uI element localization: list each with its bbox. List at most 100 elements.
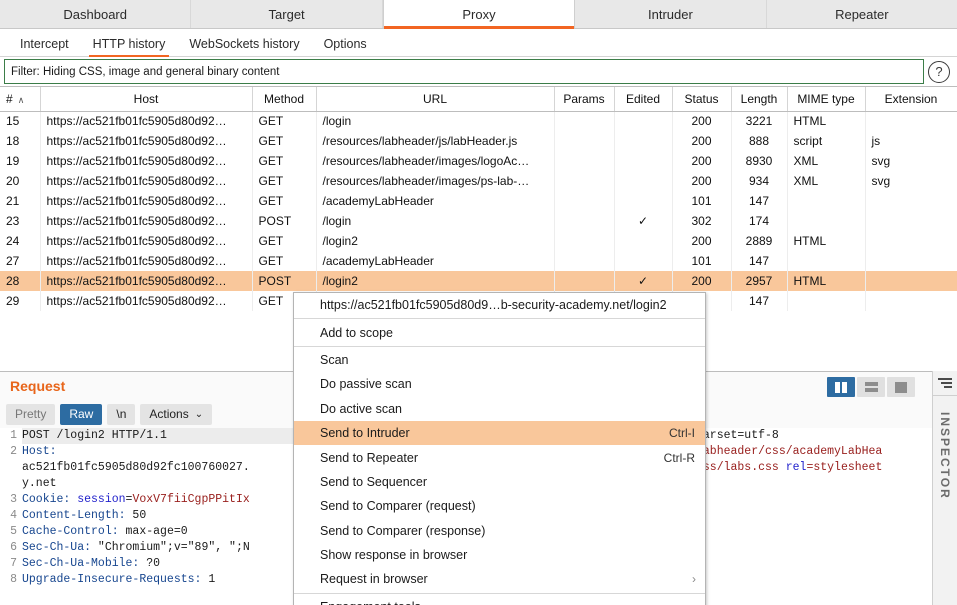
menu-item-label: Send to Sequencer bbox=[320, 474, 428, 489]
cell-url: /login bbox=[316, 211, 555, 231]
cell-method: GET bbox=[252, 151, 317, 171]
sub-tab-http-history[interactable]: HTTP history bbox=[81, 37, 178, 57]
request-pretty-button[interactable]: Pretty bbox=[6, 403, 56, 425]
token: 50 bbox=[132, 509, 147, 522]
cell-status: 200 bbox=[672, 131, 732, 151]
cell-edited bbox=[614, 191, 673, 211]
column-header-method[interactable]: Method bbox=[252, 87, 317, 112]
column-header-url[interactable]: URL bbox=[316, 87, 555, 112]
response-editor[interactable]: harset=utf-8 labheader/css/academyLabHea c… bbox=[696, 428, 932, 605]
menu-item-send-to-repeater[interactable]: Send to Repeater Ctrl-R bbox=[294, 445, 705, 469]
context-menu[interactable]: https://ac521fb01fc5905d80d9…b-security-… bbox=[293, 292, 706, 605]
cell-method: GET bbox=[252, 231, 317, 251]
table-body: 15 https://ac521fb01fc5905d80d92… GET/logi… bbox=[0, 111, 957, 311]
column-header-extension[interactable]: Extension bbox=[865, 87, 957, 112]
cell-url: /resources/labheader/js/labHeader.js bbox=[316, 131, 555, 151]
column-header-mime[interactable]: MIME type bbox=[787, 87, 866, 112]
sub-tab-websockets-history[interactable]: WebSockets history bbox=[177, 37, 311, 56]
main-tab-intruder[interactable]: Intruder bbox=[575, 0, 767, 28]
main-tab-dashboard[interactable]: Dashboard bbox=[0, 0, 192, 28]
single-pane-icon bbox=[895, 381, 907, 393]
cell-host: https://ac521fb01fc5905d80d92… bbox=[40, 271, 253, 291]
table-row[interactable]: 24 https://ac521fb01fc5905d80d92… GET/logi… bbox=[0, 231, 957, 251]
cell-extension bbox=[865, 231, 957, 251]
cell-method: GET bbox=[252, 171, 317, 191]
menu-item-label: Send to Repeater bbox=[320, 450, 418, 465]
cell-num: 23 bbox=[0, 211, 41, 231]
menu-separator bbox=[294, 345, 705, 347]
table-row[interactable]: 15 https://ac521fb01fc5905d80d92… GET/logi… bbox=[0, 111, 957, 131]
token: ?0 bbox=[146, 557, 161, 570]
menu-item-engagement-tools[interactable]: Engagement tools › bbox=[294, 595, 705, 605]
token: y.net bbox=[22, 477, 57, 490]
cell-length: 2957 bbox=[731, 271, 788, 291]
main-tab-target[interactable]: Target bbox=[191, 0, 383, 28]
layout-toggle-group bbox=[827, 377, 915, 397]
burp-suite-window: Dashboard Target Proxy Intruder Repeater Int… bbox=[0, 0, 957, 605]
cell-length: 147 bbox=[731, 291, 788, 311]
cell-params bbox=[554, 251, 615, 271]
cell-url: /academyLabHeader bbox=[316, 251, 555, 271]
table-row[interactable]: 18 https://ac521fb01fc5905d80d92… GET/reso… bbox=[0, 131, 957, 151]
question-mark-icon[interactable]: ? bbox=[928, 60, 950, 83]
table-row[interactable]: 23 https://ac521fb01fc5905d80d92… POST/log… bbox=[0, 211, 957, 231]
cell-host: https://ac521fb01fc5905d80d92… bbox=[40, 151, 253, 171]
menu-item-show-response-in-browser[interactable]: Show response in browser bbox=[294, 543, 705, 567]
main-tab-proxy[interactable]: Proxy bbox=[382, 0, 576, 29]
token: "Chromium";v="89", ";N bbox=[97, 541, 250, 554]
menu-item-label: Send to Comparer (response) bbox=[320, 523, 486, 538]
cell-method: GET bbox=[252, 131, 317, 151]
cell-host: https://ac521fb01fc5905d80d92… bbox=[40, 251, 253, 271]
column-header-length[interactable]: Length bbox=[731, 87, 788, 112]
request-actions-button[interactable]: Actions ⌄ bbox=[140, 403, 213, 425]
column-header-num[interactable]: # ∧ bbox=[0, 87, 41, 112]
cell-num: 21 bbox=[0, 191, 41, 211]
layout-single-button[interactable] bbox=[887, 377, 915, 397]
column-header-status[interactable]: Status bbox=[672, 87, 732, 112]
cell-mime: XML bbox=[787, 151, 866, 171]
menu-item-scan[interactable]: Scan bbox=[294, 348, 705, 372]
table-row[interactable]: 20 https://ac521fb01fc5905d80d92… GET/reso… bbox=[0, 171, 957, 191]
menu-item-label: Send to Intruder bbox=[320, 426, 410, 441]
menu-item-send-to-comparer-response[interactable]: Send to Comparer (response) bbox=[294, 519, 705, 543]
table-row[interactable]: 19 https://ac521fb01fc5905d80d92… GET/reso… bbox=[0, 151, 957, 171]
token: max-age=0 bbox=[125, 525, 188, 538]
inspector-rail[interactable]: INSPECTOR bbox=[932, 371, 957, 605]
column-header-params[interactable]: Params bbox=[554, 87, 615, 112]
layout-split-horizontal-button[interactable] bbox=[857, 377, 885, 397]
table-row[interactable]: 27 https://ac521fb01fc5905d80d92… GET/acad… bbox=[0, 251, 957, 271]
table-row[interactable]: 28 https://ac521fb01fc5905d80d92… POST/log… bbox=[0, 271, 957, 291]
menu-item-do-passive-scan[interactable]: Do passive scan bbox=[294, 372, 705, 396]
cell-host: https://ac521fb01fc5905d80d92… bbox=[40, 111, 253, 131]
sub-tab-intercept[interactable]: Intercept bbox=[8, 37, 81, 56]
menu-item-send-to-comparer-request[interactable]: Send to Comparer (request) bbox=[294, 494, 705, 518]
sub-tab-options[interactable]: Options bbox=[312, 37, 379, 56]
column-header-edited[interactable]: Edited bbox=[614, 87, 673, 112]
menu-item-do-active-scan[interactable]: Do active scan bbox=[294, 397, 705, 421]
filter-bar[interactable]: Filter: Hiding CSS, image and general bi… bbox=[4, 59, 924, 84]
menu-item-add-to-scope[interactable]: Add to scope bbox=[294, 320, 705, 344]
column-header-host[interactable]: Host bbox=[40, 87, 253, 112]
cell-mime bbox=[787, 251, 866, 271]
table-row[interactable]: 21 https://ac521fb01fc5905d80d92… GET/acad… bbox=[0, 191, 957, 211]
cell-params bbox=[554, 271, 615, 291]
request-newline-button[interactable]: \n bbox=[107, 403, 136, 425]
response-pane: harset=utf-8 labheader/css/academyLabHea c… bbox=[696, 372, 932, 605]
cell-host: https://ac521fb01fc5905d80d92… bbox=[40, 171, 253, 191]
menu-item-request-in-browser[interactable]: Request in browser › bbox=[294, 567, 705, 591]
cell-url: /resources/labheader/images/logoAc… bbox=[316, 151, 555, 171]
context-menu-url-text: https://ac521fb01fc5905d80d9…b-security-… bbox=[320, 298, 667, 313]
menu-item-send-to-sequencer[interactable]: Send to Sequencer bbox=[294, 470, 705, 494]
cell-method: POST bbox=[252, 211, 317, 231]
menu-item-send-to-intruder[interactable]: Send to Intruder Ctrl-I bbox=[294, 420, 705, 446]
cell-status: 101 bbox=[672, 191, 732, 211]
editor-line-text: harset=utf-8 bbox=[696, 428, 932, 444]
line-number bbox=[0, 460, 22, 476]
menu-item-shortcut: Ctrl-R bbox=[663, 450, 695, 465]
http-history-table: # ∧ Host Method URL Params Edited Status Length M… bbox=[0, 87, 957, 311]
request-raw-button[interactable]: Raw bbox=[60, 403, 103, 425]
response-toolbar bbox=[696, 400, 932, 428]
layout-split-vertical-button[interactable] bbox=[827, 377, 855, 397]
main-tab-repeater[interactable]: Repeater bbox=[767, 0, 957, 28]
cell-method: GET bbox=[252, 191, 317, 211]
